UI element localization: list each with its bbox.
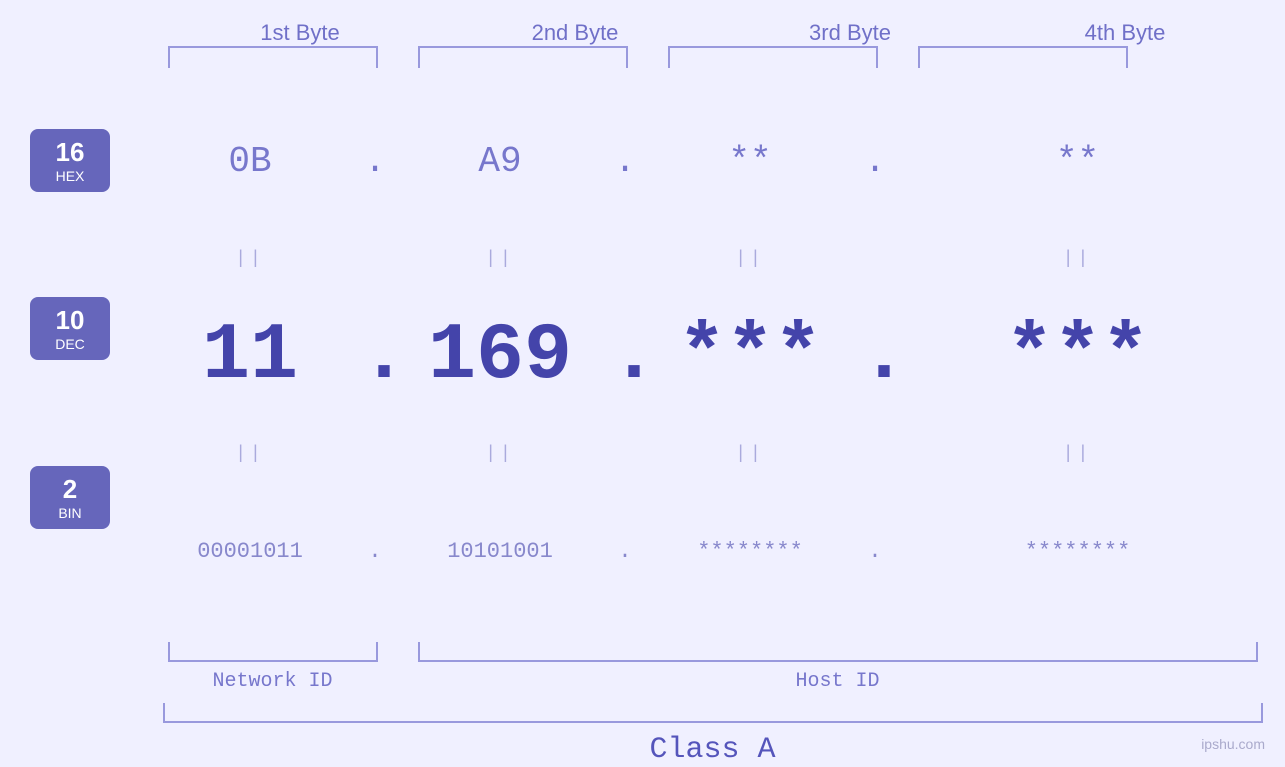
dec-b4-value: *** — [1005, 311, 1149, 402]
eq2-b4: || — [890, 444, 1265, 464]
hex-sep1: . — [360, 141, 390, 182]
hex-b4-value: ** — [1056, 141, 1099, 182]
byte4-header: 4th Byte — [1015, 20, 1235, 46]
bin-sep1: . — [360, 539, 390, 564]
hex-b1-cell: 0B — [140, 141, 360, 182]
hex-row: 0B . A9 . ** . ** — [140, 71, 1265, 241]
hex-b4-cell: ** — [890, 141, 1265, 182]
side-badges: 16 HEX 10 DEC 2 BIN — [0, 71, 140, 642]
hex-b3-cell: ** — [640, 141, 860, 182]
hex-b2-cell: A9 — [390, 141, 610, 182]
hex-b1-value: 0B — [228, 141, 271, 182]
byte1-header: 1st Byte — [190, 20, 410, 46]
top-brackets — [163, 46, 1263, 71]
dec-b1-value: 11 — [202, 311, 298, 402]
dec-row: 11 . 169 . *** . *** — [140, 276, 1265, 436]
eq1-b3: || — [640, 249, 860, 269]
data-columns: 0B . A9 . ** . ** — [140, 71, 1285, 642]
bin-label: BIN — [42, 505, 98, 521]
dec-b2-value: 169 — [428, 311, 572, 402]
bin-b3-cell: ******** — [640, 539, 860, 564]
eq2-b2: || — [390, 444, 610, 464]
dec-sep1: . — [360, 311, 390, 402]
bin-row: 00001011 . 10101001 . ******** . — [140, 472, 1265, 642]
dec-b3-value: *** — [678, 311, 822, 402]
dec-b3-cell: *** — [640, 311, 860, 402]
network-id-label: Network ID — [163, 670, 383, 693]
dec-sep3: . — [860, 311, 890, 402]
bin-b1-value: 00001011 — [197, 539, 303, 564]
bin-badge: 2 BIN — [30, 466, 110, 529]
eq1-b1: || — [140, 249, 360, 269]
bracket-top-4 — [918, 46, 1128, 68]
hex-b2-value: A9 — [478, 141, 521, 182]
dec-badge: 10 DEC — [30, 297, 110, 360]
hex-label: HEX — [42, 168, 98, 184]
bin-b3-value: ******** — [697, 539, 803, 564]
dec-b4-cell: *** — [890, 311, 1265, 402]
bracket-top-1 — [168, 46, 378, 68]
eq1-b4: || — [890, 249, 1265, 269]
bin-b4-cell: ******** — [890, 539, 1265, 564]
dec-b2-cell: 169 — [390, 311, 610, 402]
equals-row-2: || || || || — [140, 437, 1265, 472]
eq1-b2: || — [390, 249, 610, 269]
hex-sep3: . — [860, 141, 890, 182]
bin-b1-cell: 00001011 — [140, 539, 360, 564]
hex-b3-value: ** — [728, 141, 771, 182]
bracket-bottom-host — [418, 642, 1258, 662]
equals-row-1: || || || || — [140, 241, 1265, 276]
dec-label: DEC — [42, 336, 98, 352]
bin-b4-value: ******** — [1025, 539, 1131, 564]
bin-b2-cell: 10101001 — [390, 539, 610, 564]
dec-number: 10 — [42, 305, 98, 336]
full-bracket — [163, 703, 1263, 723]
byte2-header: 2nd Byte — [465, 20, 685, 46]
hex-badge: 16 HEX — [30, 129, 110, 192]
id-labels: Network ID Host ID — [163, 670, 1263, 693]
byte-headers: 1st Byte 2nd Byte 3rd Byte 4th Byte — [163, 20, 1263, 46]
eq2-b1: || — [140, 444, 360, 464]
content-area: 16 HEX 10 DEC 2 BIN 0B . — [0, 71, 1285, 642]
host-id-label: Host ID — [413, 670, 1263, 693]
eq2-b3: || — [640, 444, 860, 464]
hex-sep2: . — [610, 141, 640, 182]
hex-number: 16 — [42, 137, 98, 168]
bin-sep3: . — [860, 539, 890, 564]
bottom-section: Network ID Host ID Class A — [163, 642, 1263, 767]
dec-sep2: . — [610, 311, 640, 402]
bracket-top-2 — [418, 46, 628, 68]
bin-number: 2 — [42, 474, 98, 505]
bracket-top-3 — [668, 46, 878, 68]
bin-b2-value: 10101001 — [447, 539, 553, 564]
class-label: Class A — [163, 733, 1263, 767]
bracket-bottom-net — [168, 642, 378, 662]
bin-sep2: . — [610, 539, 640, 564]
main-container: 1st Byte 2nd Byte 3rd Byte 4th Byte 16 H… — [0, 0, 1285, 767]
bottom-brackets — [163, 642, 1263, 662]
byte3-header: 3rd Byte — [740, 20, 960, 46]
watermark: ipshu.com — [1201, 736, 1265, 752]
dec-b1-cell: 11 — [140, 311, 360, 402]
